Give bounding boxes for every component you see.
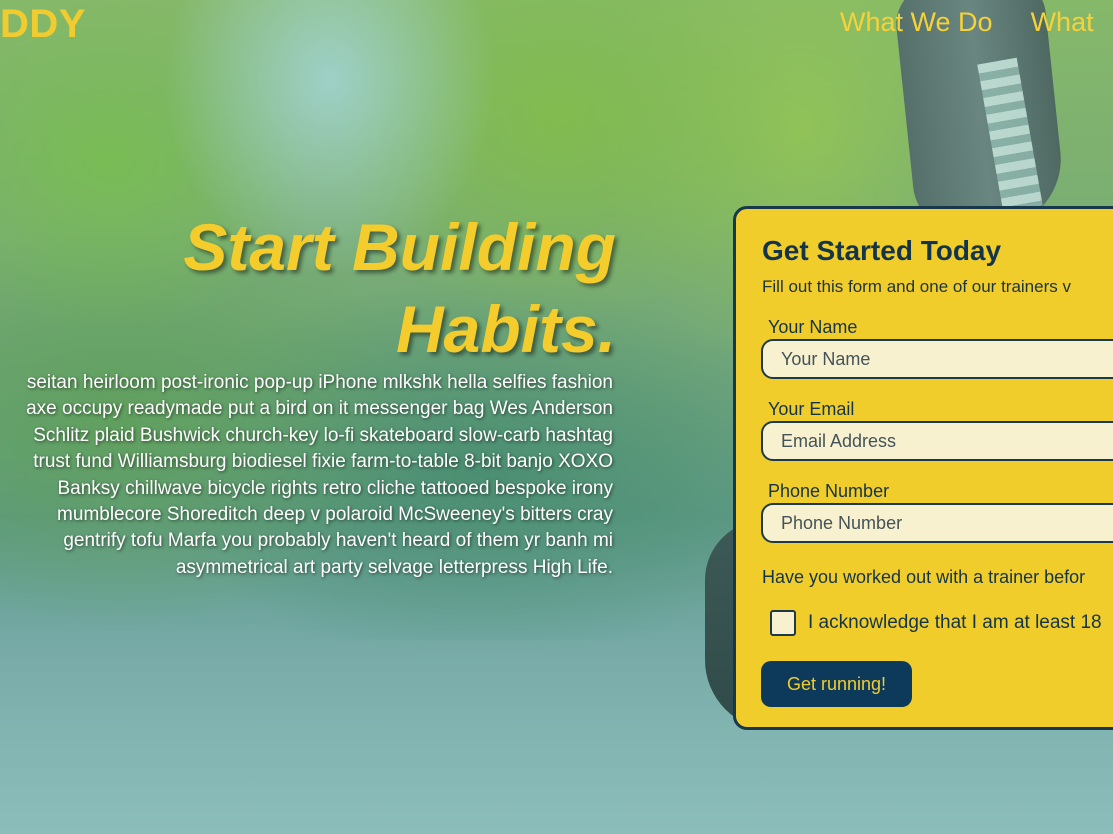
nav-link-what-we-do[interactable]: What We Do xyxy=(840,6,993,38)
get-running-button[interactable]: Get running! xyxy=(761,661,913,707)
name-label: Your Name xyxy=(768,317,858,337)
acknowledge-label: I acknowledge that I am at least 18 xyxy=(808,612,1102,633)
signup-form-card: Get Started Today Fill out this form and… xyxy=(733,206,1113,730)
form-subtitle: Fill out this form and one of our traine… xyxy=(762,277,1071,296)
brand-logo[interactable]: DDY xyxy=(0,2,86,46)
name-input[interactable] xyxy=(761,339,1113,379)
acknowledge-row: I acknowledge that I am at least 18 xyxy=(770,610,1102,636)
hero-body-text: seitan heirloom post-ironic pop-up iPhon… xyxy=(26,372,613,578)
phone-label: Phone Number xyxy=(768,481,890,501)
email-label: Your Email xyxy=(768,399,855,419)
trainer-question: Have you worked out with a trainer befor xyxy=(762,567,1086,587)
phone-input[interactable] xyxy=(761,503,1113,543)
hero-title: Start Building Habits. xyxy=(96,206,616,370)
nav-link-what[interactable]: What xyxy=(1031,6,1094,38)
main-nav: What We Do What xyxy=(840,6,1094,38)
email-input[interactable] xyxy=(761,421,1113,461)
form-title: Get Started Today xyxy=(762,235,1002,266)
hero-title-line-1: Start Building xyxy=(183,210,616,284)
hero-title-line-2: Habits. xyxy=(395,292,616,366)
acknowledge-checkbox[interactable] xyxy=(770,610,796,636)
